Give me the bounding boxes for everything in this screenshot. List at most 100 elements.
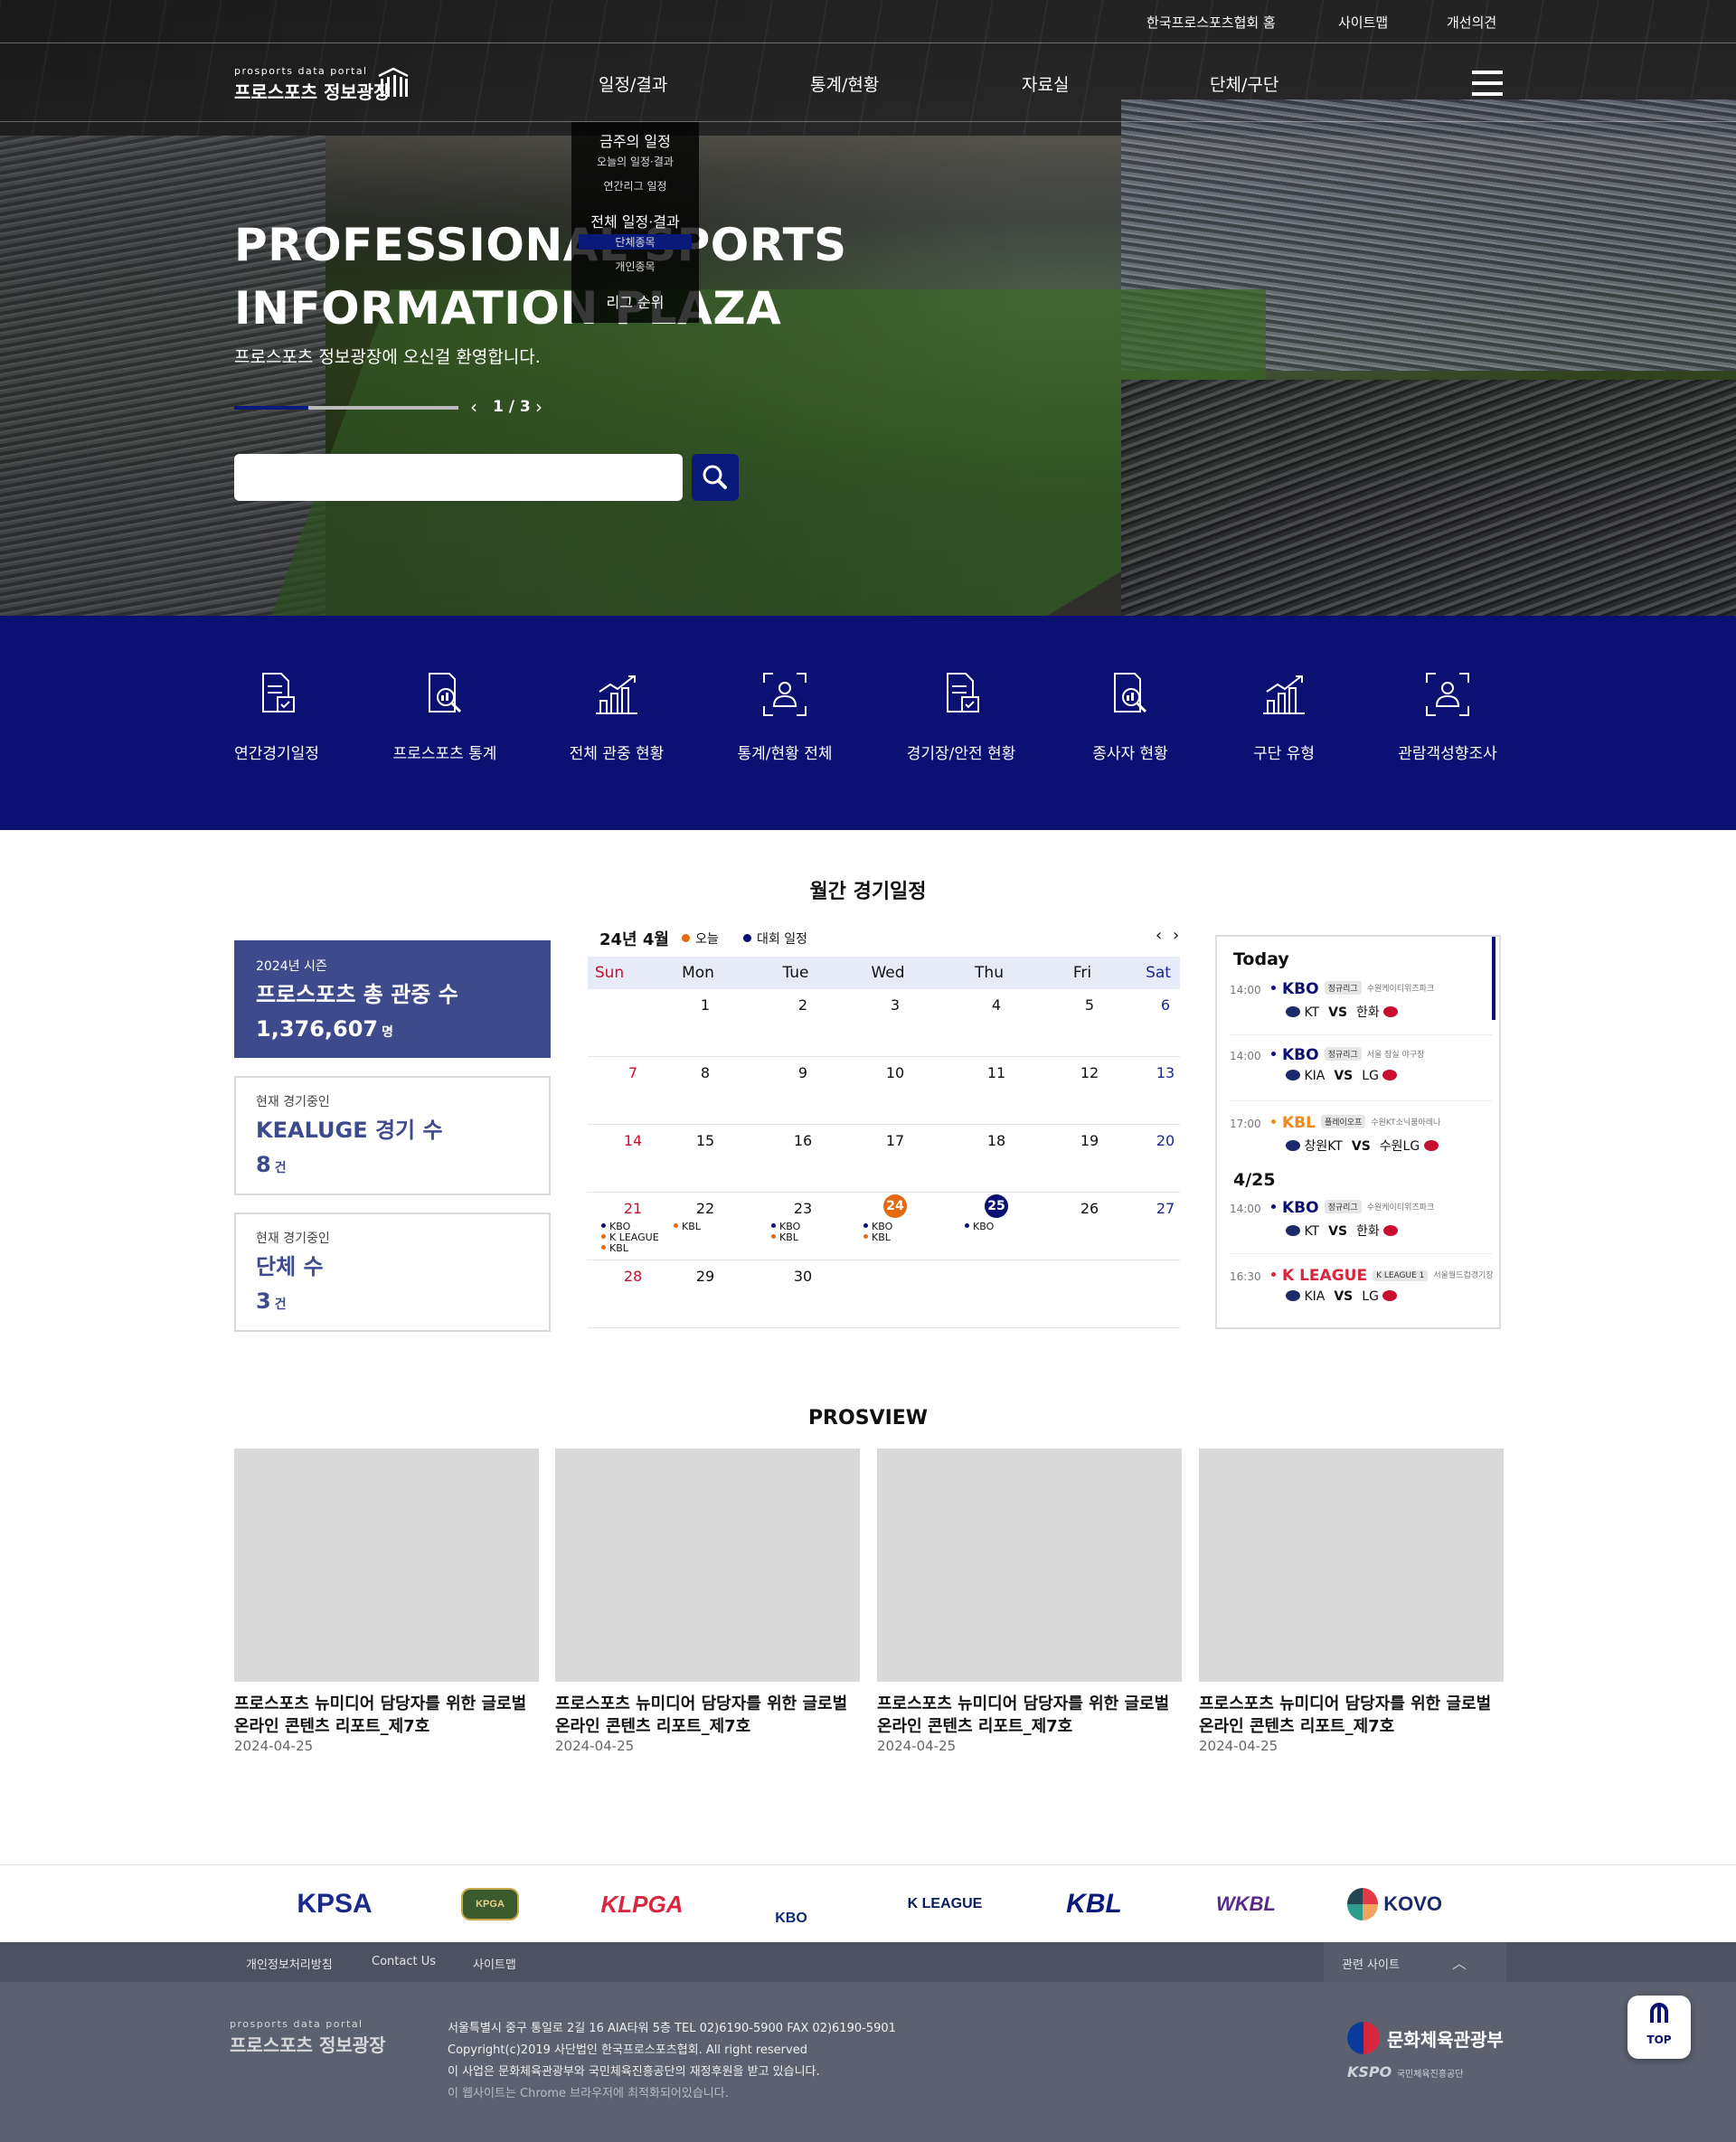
partner-logo-kovo[interactable]: KOVO bbox=[1347, 1882, 1442, 1927]
dropdown-item-ranking[interactable]: 리그 순위 bbox=[571, 290, 699, 312]
menu-schedule-results[interactable]: 일정/결과 bbox=[599, 71, 667, 96]
bar-chart-up-icon bbox=[1263, 675, 1305, 714]
game-league[interactable]: K LEAGUE K LEAGUE 1 서울월드컵경기장 bbox=[1271, 1267, 1494, 1285]
person-frame-icon bbox=[763, 673, 807, 716]
prosview-card[interactable]: 프로스포츠 뉴미디어 담당자를 위한 글로벌 온라인 콘텐츠 리포트_제7호 2… bbox=[555, 1448, 860, 1754]
quick-item-prosports-stats[interactable]: 프로스포츠 통계 bbox=[368, 670, 522, 763]
hamburger-menu-icon[interactable] bbox=[1472, 71, 1503, 96]
slide-progress-fill bbox=[234, 406, 308, 410]
chevron-right-icon[interactable]: › bbox=[535, 396, 542, 418]
card-date: 2024-04-25 bbox=[234, 1738, 314, 1754]
calendar-day[interactable]: 29 bbox=[665, 1268, 746, 1285]
footer-ministry-logo[interactable]: 문화체육관광부 bbox=[1387, 2025, 1504, 2052]
search-input[interactable] bbox=[234, 454, 683, 501]
calendar-day[interactable]: 13 bbox=[1125, 1064, 1206, 1081]
calendar-day[interactable]: 26 bbox=[1049, 1200, 1130, 1217]
menu-statistics[interactable]: 통계/현황 bbox=[810, 71, 879, 96]
footer-link-sitemap[interactable]: 사이트맵 bbox=[473, 1955, 516, 1972]
quick-item-club-types[interactable]: 구단 유형 bbox=[1207, 670, 1361, 763]
team-logo-icon bbox=[1286, 1070, 1300, 1080]
partner-logo-kpga[interactable]: KPGA bbox=[461, 1888, 519, 1920]
dropdown-item-weekly[interactable]: 금주의 일정 bbox=[571, 129, 699, 151]
calendar-day[interactable]: 19 bbox=[1049, 1132, 1130, 1149]
calendar-day[interactable]: 12 bbox=[1049, 1064, 1130, 1081]
calendar-day[interactable]: 6 bbox=[1125, 996, 1206, 1014]
game-league[interactable]: KBO 정규리그 서울 잠실 야구장 bbox=[1271, 1046, 1424, 1064]
calendar-day[interactable]: 9 bbox=[762, 1064, 844, 1081]
util-link-home[interactable]: 한국프로스포츠협회 홈 bbox=[1146, 13, 1276, 32]
site-logo[interactable]: prosports data portal 프로스포츠 정보광장 bbox=[234, 65, 415, 103]
dropdown-item-annual[interactable]: 연간리그 일정 bbox=[571, 178, 699, 193]
footer-link-privacy[interactable]: 개인정보처리방침 bbox=[246, 1955, 333, 1972]
calendar-day[interactable]: 22 bbox=[665, 1200, 746, 1217]
calendar-event[interactable]: KBL bbox=[601, 1243, 628, 1254]
calendar-day[interactable]: 23 bbox=[762, 1200, 844, 1217]
panel-scrollbar[interactable] bbox=[1492, 937, 1495, 1020]
scroll-top-button[interactable]: TOP bbox=[1628, 1996, 1691, 2059]
footer-kspo-logo[interactable]: KSPO 국민체육진흥공단 bbox=[1347, 2063, 1463, 2081]
quick-item-attendance[interactable]: 전체 관중 현황 bbox=[540, 670, 693, 763]
footer-link-contact[interactable]: Contact Us bbox=[372, 1955, 436, 1968]
calendar-day[interactable]: 11 bbox=[956, 1064, 1037, 1081]
menu-archive[interactable]: 자료실 bbox=[1022, 71, 1069, 96]
calendar-day[interactable]: 8 bbox=[665, 1064, 746, 1081]
calendar-day[interactable]: 17 bbox=[854, 1132, 936, 1149]
partner-logo-klpga[interactable]: KLPGA bbox=[597, 1882, 687, 1927]
partner-logo-kleague[interactable]: K LEAGUE bbox=[895, 1882, 995, 1927]
quick-item-stadium-safety[interactable]: 경기장/안전 현황 bbox=[884, 670, 1038, 763]
calendar-day[interactable]: 7 bbox=[592, 1064, 674, 1081]
calendar-day[interactable]: 3 bbox=[854, 996, 936, 1014]
calendar-day[interactable]: 10 bbox=[854, 1064, 936, 1081]
prosview-card[interactable]: 프로스포츠 뉴미디어 담당자를 위한 글로벌 온라인 콘텐츠 리포트_제7호 2… bbox=[1199, 1448, 1504, 1754]
chevron-left-icon[interactable]: ‹ bbox=[470, 396, 477, 418]
calendar-day[interactable]: 4 bbox=[956, 996, 1037, 1014]
chevron-left-icon[interactable]: ‹ bbox=[1156, 926, 1162, 945]
partner-logo-kpsa[interactable]: KPSA bbox=[289, 1882, 380, 1927]
stat-value: 3건 bbox=[256, 1288, 287, 1314]
calendar-day[interactable]: 25 bbox=[956, 1194, 1037, 1218]
calendar-day[interactable]: 18 bbox=[956, 1132, 1037, 1149]
calendar-event[interactable]: KBO bbox=[965, 1222, 994, 1232]
menu-organizations[interactable]: 단체/구단 bbox=[1210, 71, 1278, 96]
util-link-sitemap[interactable]: 사이트맵 bbox=[1338, 13, 1388, 32]
partner-logo-wkbl[interactable]: WKBL bbox=[1212, 1882, 1280, 1927]
partner-logo-kbo[interactable]: KBO bbox=[760, 1882, 823, 1927]
dropdown-item-individual[interactable]: 개인종목 bbox=[571, 259, 699, 274]
divider bbox=[1230, 1100, 1492, 1101]
calendar-day[interactable]: 30 bbox=[762, 1268, 844, 1285]
quick-item-workers[interactable]: 종사자 현황 bbox=[1053, 670, 1207, 763]
prosview-card[interactable]: 프로스포츠 뉴미디어 담당자를 위한 글로벌 온라인 콘텐츠 리포트_제7호 2… bbox=[234, 1448, 539, 1754]
calendar-event[interactable]: KBL bbox=[771, 1232, 798, 1243]
search-icon bbox=[703, 465, 727, 489]
dropdown-item-team-sports[interactable]: 단체종목 bbox=[579, 234, 692, 250]
calendar-day[interactable]: 16 bbox=[762, 1132, 844, 1149]
quick-item-stats-all[interactable]: 통계/현황 전체 bbox=[708, 670, 862, 763]
calendar-event[interactable]: KBL bbox=[863, 1232, 891, 1243]
quick-item-spectator-survey[interactable]: 관람객성향조사 bbox=[1371, 670, 1524, 763]
related-sites-select[interactable]: 관련 사이트 ︿ bbox=[1324, 1942, 1506, 1982]
game-league[interactable]: KBL 플레이오프 수원KT소닉붐아레나 bbox=[1271, 1114, 1440, 1132]
game-league[interactable]: KBO 정규리그 수원케이티위즈파크 bbox=[1271, 980, 1434, 998]
calendar-day[interactable]: 27 bbox=[1125, 1200, 1206, 1217]
game-matchup: KT VS 한화 bbox=[1286, 1222, 1399, 1240]
team-logo-icon bbox=[1286, 1140, 1300, 1151]
calendar-day[interactable]: 24 bbox=[854, 1194, 936, 1218]
calendar-day[interactable]: 14 bbox=[592, 1132, 674, 1149]
calendar-day[interactable]: 5 bbox=[1049, 996, 1130, 1014]
calendar-event[interactable]: KBL bbox=[674, 1222, 701, 1232]
dropdown-item-today[interactable]: 오늘의 일정·결과 bbox=[571, 154, 699, 169]
calendar-day[interactable]: 15 bbox=[665, 1132, 746, 1149]
game-league[interactable]: KBO 정규리그 수원케이티위즈파크 bbox=[1271, 1199, 1434, 1217]
partner-logo-kbl[interactable]: KBL bbox=[1066, 1882, 1122, 1927]
calendar-day[interactable]: 28 bbox=[592, 1268, 674, 1285]
calendar-day[interactable]: 20 bbox=[1125, 1132, 1206, 1149]
dropdown-item-all[interactable]: 전체 일정·결과 bbox=[571, 210, 699, 231]
prosview-card[interactable]: 프로스포츠 뉴미디어 담당자를 위한 글로벌 온라인 콘텐츠 리포트_제7호 2… bbox=[877, 1448, 1182, 1754]
calendar-day[interactable]: 2 bbox=[762, 996, 844, 1014]
quick-item-annual-schedule[interactable]: 연간경기일정 bbox=[200, 670, 354, 763]
calendar-day[interactable]: 21 bbox=[592, 1200, 674, 1217]
chevron-right-icon[interactable]: › bbox=[1173, 926, 1179, 945]
calendar-day[interactable]: 1 bbox=[665, 996, 746, 1014]
search-button[interactable] bbox=[692, 454, 739, 501]
util-link-feedback[interactable]: 개선의견 bbox=[1447, 13, 1496, 32]
